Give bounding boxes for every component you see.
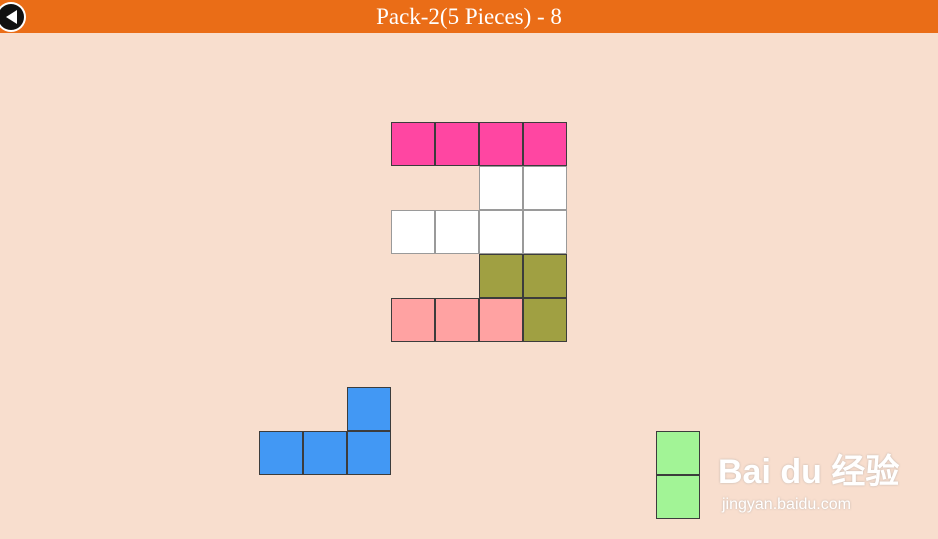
level-title: Pack-2(5 Pieces) - 8	[376, 4, 562, 29]
empty-board-cell	[479, 210, 523, 254]
green-piece-cell[interactable]	[656, 431, 700, 475]
blue-piece-cell[interactable]	[347, 431, 391, 475]
pink-piece-cell[interactable]	[391, 298, 435, 342]
empty-board-cell	[391, 210, 435, 254]
blue-piece-cell[interactable]	[347, 387, 391, 431]
olive-piece-cell[interactable]	[523, 298, 567, 342]
watermark-brand: Bai du 经验	[718, 453, 900, 491]
pink-piece-cell[interactable]	[435, 298, 479, 342]
baidu-watermark: Bai du 经验 jingyan.baidu.com	[718, 436, 928, 520]
pink-piece-cell[interactable]	[479, 298, 523, 342]
magenta-piece-cell[interactable]	[523, 122, 567, 166]
blue-piece-cell[interactable]	[259, 431, 303, 475]
back-arrow-icon	[0, 4, 24, 30]
olive-piece-cell[interactable]	[523, 254, 567, 298]
empty-board-cell	[523, 210, 567, 254]
magenta-piece-cell[interactable]	[479, 122, 523, 166]
blue-piece-cell[interactable]	[303, 431, 347, 475]
empty-board-cell	[523, 166, 567, 210]
watermark-url: jingyan.baidu.com	[722, 496, 851, 513]
empty-board-cell	[435, 210, 479, 254]
olive-piece-cell[interactable]	[479, 254, 523, 298]
magenta-piece-cell[interactable]	[435, 122, 479, 166]
empty-board-cell	[479, 166, 523, 210]
green-piece-cell[interactable]	[656, 475, 700, 519]
magenta-piece-cell[interactable]	[391, 122, 435, 166]
